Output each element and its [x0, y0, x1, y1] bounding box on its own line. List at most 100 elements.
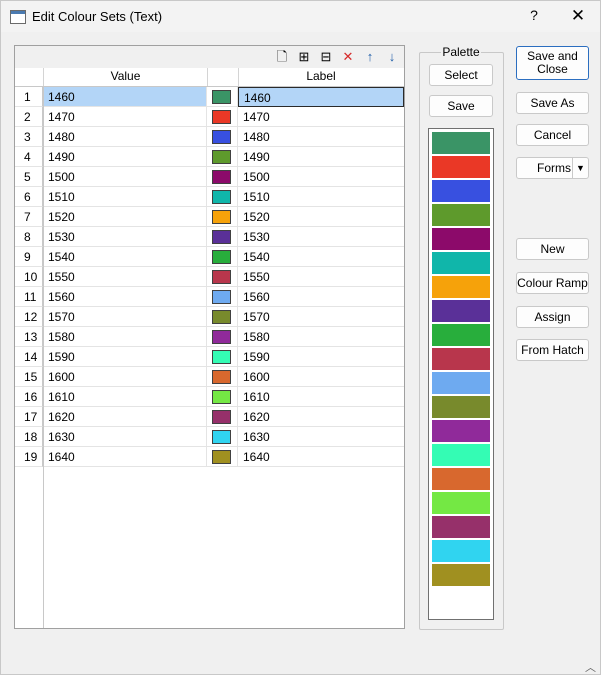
row-number[interactable]: 7 — [15, 207, 43, 227]
colour-cell[interactable] — [207, 447, 238, 467]
palette-swatch[interactable] — [431, 443, 491, 467]
palette-swatch[interactable] — [431, 131, 491, 155]
colour-swatch[interactable] — [212, 290, 231, 304]
label-cell[interactable]: 1640 — [238, 447, 404, 467]
label-cell[interactable]: 1510 — [238, 187, 404, 207]
value-cell[interactable]: 1640 — [44, 447, 207, 467]
table-row[interactable]: 4 1490 1490 — [15, 147, 404, 167]
colour-swatch[interactable] — [212, 330, 231, 344]
colour-cell[interactable] — [207, 207, 238, 227]
value-cell[interactable]: 1620 — [44, 407, 207, 427]
label-cell[interactable]: 1600 — [238, 367, 404, 387]
row-number[interactable]: 10 — [15, 267, 43, 287]
move-down-icon[interactable]: ↓ — [384, 49, 400, 65]
colour-cell[interactable] — [207, 387, 238, 407]
label-cell[interactable]: 1530 — [238, 227, 404, 247]
value-cell[interactable]: 1520 — [44, 207, 207, 227]
colour-cell[interactable] — [207, 107, 238, 127]
table-row[interactable]: 3 1480 1480 — [15, 127, 404, 147]
colour-swatch[interactable] — [212, 450, 231, 464]
label-cell[interactable]: 1480 — [238, 127, 404, 147]
colour-cell[interactable] — [207, 347, 238, 367]
colour-cell[interactable] — [207, 87, 238, 107]
colour-swatch[interactable] — [212, 350, 231, 364]
colour-swatch[interactable] — [212, 230, 231, 244]
colour-cell[interactable] — [207, 287, 238, 307]
palette-swatch[interactable] — [431, 155, 491, 179]
row-number[interactable]: 9 — [15, 247, 43, 267]
label-column-header[interactable]: Label — [238, 68, 404, 86]
row-number[interactable]: 2 — [15, 107, 43, 127]
palette-swatch[interactable] — [431, 323, 491, 347]
palette-swatch[interactable] — [431, 419, 491, 443]
table-row[interactable]: 7 1520 1520 — [15, 207, 404, 227]
colour-cell[interactable] — [207, 267, 238, 287]
forms-button[interactable]: Forms ▼ — [516, 157, 589, 179]
palette-swatch[interactable] — [431, 371, 491, 395]
value-cell[interactable]: 1480 — [44, 127, 207, 147]
value-cell[interactable]: 1610 — [44, 387, 207, 407]
label-cell[interactable]: 1470 — [238, 107, 404, 127]
table-row[interactable]: 13 1580 1580 — [15, 327, 404, 347]
table-row[interactable]: 16 1610 1610 — [15, 387, 404, 407]
colour-swatch[interactable] — [212, 310, 231, 324]
table-row[interactable]: 5 1500 1500 — [15, 167, 404, 187]
insert-row-icon[interactable]: ⊞ — [296, 49, 312, 65]
delete-icon[interactable]: ✕ — [340, 49, 356, 65]
colour-ramp-button[interactable]: Colour Ramp — [516, 272, 589, 294]
colour-cell[interactable] — [207, 327, 238, 347]
row-number[interactable]: 19 — [15, 447, 43, 467]
label-cell[interactable]: 1520 — [238, 207, 404, 227]
table-row[interactable]: 15 1600 1600 — [15, 367, 404, 387]
save-and-close-button[interactable]: Save and Close — [516, 46, 589, 80]
colour-cell[interactable] — [207, 307, 238, 327]
row-number[interactable]: 12 — [15, 307, 43, 327]
label-cell[interactable]: 1560 — [238, 287, 404, 307]
table-row[interactable]: 18 1630 1630 — [15, 427, 404, 447]
label-cell[interactable]: 1540 — [238, 247, 404, 267]
label-cell[interactable]: 1550 — [238, 267, 404, 287]
palette-swatch[interactable] — [431, 539, 491, 563]
save-as-button[interactable]: Save As — [516, 92, 589, 114]
colour-cell[interactable] — [207, 127, 238, 147]
value-cell[interactable]: 1500 — [44, 167, 207, 187]
colour-swatch[interactable] — [212, 250, 231, 264]
row-number[interactable]: 5 — [15, 167, 43, 187]
row-number[interactable]: 1 — [15, 87, 43, 107]
table-row[interactable]: 14 1590 1590 — [15, 347, 404, 367]
value-cell[interactable]: 1580 — [44, 327, 207, 347]
value-cell[interactable]: 1600 — [44, 367, 207, 387]
value-cell[interactable]: 1470 — [44, 107, 207, 127]
close-icon[interactable]: ✕ — [569, 6, 587, 25]
palette-save-button[interactable]: Save — [429, 95, 493, 117]
row-number[interactable]: 4 — [15, 147, 43, 167]
colour-swatch[interactable] — [212, 210, 231, 224]
row-number[interactable]: 11 — [15, 287, 43, 307]
row-number[interactable]: 8 — [15, 227, 43, 247]
help-icon[interactable]: ? — [527, 7, 541, 25]
colour-swatch[interactable] — [212, 430, 231, 444]
value-cell[interactable]: 1550 — [44, 267, 207, 287]
palette-select-button[interactable]: Select — [429, 64, 493, 86]
colour-cell[interactable] — [207, 407, 238, 427]
colour-cell[interactable] — [207, 147, 238, 167]
colour-swatch[interactable] — [212, 270, 231, 284]
table-row[interactable]: 11 1560 1560 — [15, 287, 404, 307]
move-up-icon[interactable]: ↑ — [362, 49, 378, 65]
palette-swatch[interactable] — [431, 467, 491, 491]
label-cell[interactable]: 1630 — [238, 427, 404, 447]
value-cell[interactable]: 1510 — [44, 187, 207, 207]
new-document-icon[interactable]: 🗋 — [274, 49, 290, 65]
palette-swatch[interactable] — [431, 203, 491, 227]
colour-cell[interactable] — [207, 247, 238, 267]
table-row[interactable]: 8 1530 1530 — [15, 227, 404, 247]
colour-swatch[interactable] — [212, 110, 231, 124]
palette-swatch[interactable] — [431, 299, 491, 323]
table-row[interactable]: 19 1640 1640 — [15, 447, 404, 467]
colour-swatch[interactable] — [212, 150, 231, 164]
row-number[interactable]: 16 — [15, 387, 43, 407]
palette-swatch[interactable] — [431, 275, 491, 299]
from-hatch-button[interactable]: From Hatch — [516, 339, 589, 361]
row-number[interactable]: 13 — [15, 327, 43, 347]
row-number[interactable]: 17 — [15, 407, 43, 427]
